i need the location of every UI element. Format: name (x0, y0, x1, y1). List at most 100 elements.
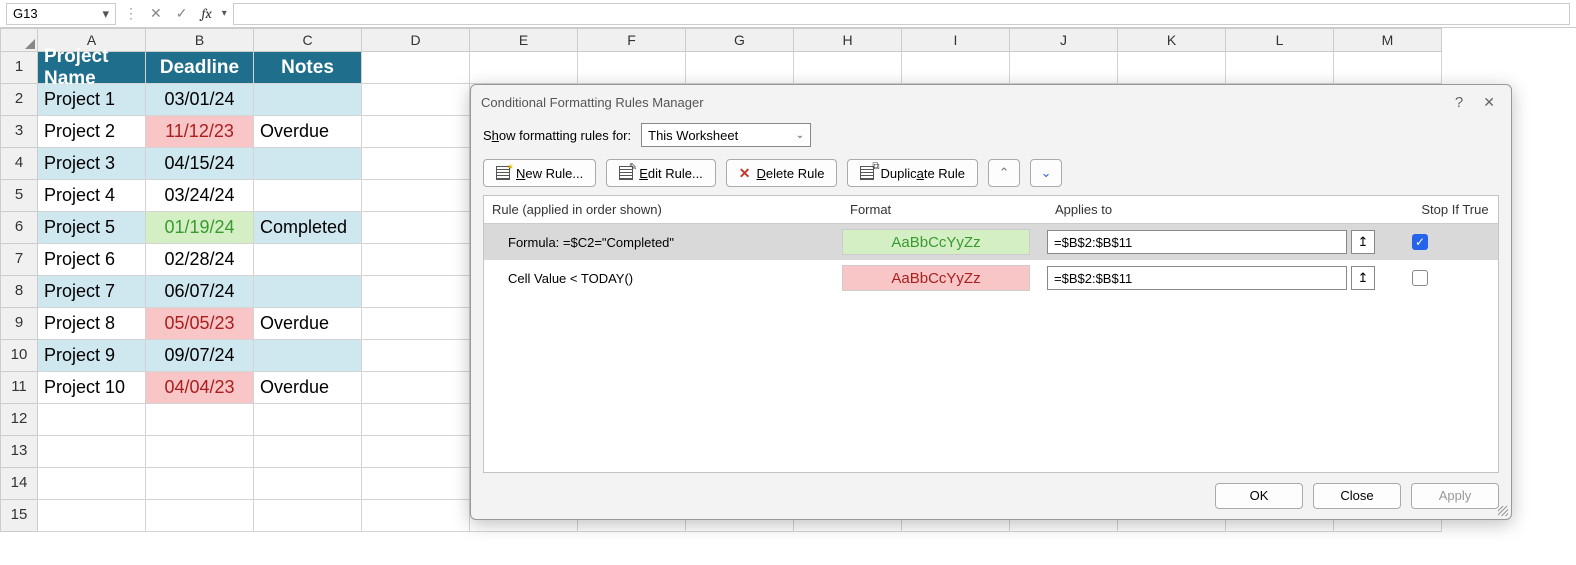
formula-input[interactable] (233, 3, 1570, 25)
cell[interactable] (362, 468, 470, 500)
data-cell[interactable]: Overdue (254, 116, 362, 148)
data-cell[interactable]: 01/19/24 (146, 212, 254, 244)
duplicate-rule-button[interactable]: Duplicate Rule (847, 159, 978, 187)
data-cell[interactable]: Project 2 (38, 116, 146, 148)
cell[interactable] (38, 404, 146, 436)
data-cell[interactable]: 03/24/24 (146, 180, 254, 212)
row-header-6[interactable]: 6 (0, 212, 38, 244)
col-header-B[interactable]: B (146, 28, 254, 52)
row-header-2[interactable]: 2 (0, 84, 38, 116)
apply-button[interactable]: Apply (1411, 483, 1499, 509)
dialog-titlebar[interactable]: Conditional Formatting Rules Manager ? ✕ (471, 85, 1511, 119)
cell[interactable] (902, 52, 1010, 84)
col-header-K[interactable]: K (1118, 28, 1226, 52)
col-header-I[interactable]: I (902, 28, 1010, 52)
data-cell[interactable] (254, 148, 362, 180)
cell[interactable] (254, 468, 362, 500)
cell[interactable] (38, 436, 146, 468)
data-cell[interactable]: Project 7 (38, 276, 146, 308)
help-icon[interactable]: ? (1441, 94, 1477, 111)
table-header[interactable]: Notes (254, 52, 362, 84)
resize-grip-icon[interactable] (1498, 506, 1508, 516)
move-up-button[interactable]: ⌃ (988, 159, 1020, 187)
stop-checkbox[interactable] (1412, 270, 1428, 286)
ok-button[interactable]: OK (1215, 483, 1303, 509)
cell[interactable] (362, 308, 470, 340)
data-cell[interactable]: Project 3 (38, 148, 146, 180)
col-header-M[interactable]: M (1334, 28, 1442, 52)
data-cell[interactable]: 04/04/23 (146, 372, 254, 404)
data-cell[interactable]: Project 8 (38, 308, 146, 340)
col-header-E[interactable]: E (470, 28, 578, 52)
data-cell[interactable]: Project 6 (38, 244, 146, 276)
applies-to-input[interactable] (1047, 266, 1347, 290)
range-selector-button[interactable]: ↥ (1351, 230, 1375, 254)
data-cell[interactable]: Overdue (254, 372, 362, 404)
data-cell[interactable]: Overdue (254, 308, 362, 340)
stop-checkbox[interactable]: ✓ (1412, 234, 1428, 250)
row-header-13[interactable]: 13 (0, 436, 38, 468)
cell[interactable] (146, 404, 254, 436)
data-cell[interactable]: 02/28/24 (146, 244, 254, 276)
cell[interactable] (362, 244, 470, 276)
cell[interactable] (146, 436, 254, 468)
cell[interactable] (362, 276, 470, 308)
cell[interactable] (254, 404, 362, 436)
cell[interactable] (362, 84, 470, 116)
row-header-8[interactable]: 8 (0, 276, 38, 308)
delete-rule-button[interactable]: ✕Delete Rule (726, 159, 838, 187)
row-header-15[interactable]: 15 (0, 500, 38, 532)
cell[interactable] (362, 372, 470, 404)
cell[interactable] (362, 148, 470, 180)
data-cell[interactable] (254, 244, 362, 276)
col-header-C[interactable]: C (254, 28, 362, 52)
cell[interactable] (1118, 52, 1226, 84)
cell[interactable] (1226, 52, 1334, 84)
col-header-F[interactable]: F (578, 28, 686, 52)
close-icon[interactable]: ✕ (1477, 94, 1501, 111)
accept-icon[interactable]: ✓ (172, 5, 192, 22)
edit-rule-button[interactable]: Edit Rule... (606, 159, 716, 187)
data-cell[interactable]: 05/05/23 (146, 308, 254, 340)
cell[interactable] (362, 212, 470, 244)
data-cell[interactable] (254, 84, 362, 116)
cell[interactable] (1334, 52, 1442, 84)
cell[interactable] (362, 116, 470, 148)
data-cell[interactable]: 06/07/24 (146, 276, 254, 308)
move-down-button[interactable]: ⌄ (1030, 159, 1062, 187)
cell[interactable] (794, 52, 902, 84)
col-header-G[interactable]: G (686, 28, 794, 52)
cancel-icon[interactable]: ✕ (146, 5, 166, 22)
rule-row[interactable]: Formula: =$C2="Completed" AaBbCcYyZz ↥ ✓ (484, 224, 1498, 260)
cell[interactable] (38, 468, 146, 500)
cell[interactable] (146, 468, 254, 500)
data-cell[interactable]: Project 4 (38, 180, 146, 212)
cell[interactable] (362, 500, 470, 532)
cell[interactable] (146, 500, 254, 532)
cell[interactable] (578, 52, 686, 84)
row-header-3[interactable]: 3 (0, 116, 38, 148)
show-rules-combo[interactable]: This Worksheet ⌄ (641, 123, 811, 147)
fx-icon[interactable]: fx (197, 5, 215, 22)
row-header-14[interactable]: 14 (0, 468, 38, 500)
cell[interactable] (254, 436, 362, 468)
row-header-9[interactable]: 9 (0, 308, 38, 340)
data-cell[interactable]: 09/07/24 (146, 340, 254, 372)
data-cell[interactable] (254, 276, 362, 308)
col-header-J[interactable]: J (1010, 28, 1118, 52)
cell[interactable] (362, 180, 470, 212)
data-cell[interactable]: Completed (254, 212, 362, 244)
data-cell[interactable] (254, 180, 362, 212)
data-cell[interactable]: Project 1 (38, 84, 146, 116)
data-cell[interactable]: Project 9 (38, 340, 146, 372)
rule-row[interactable]: Cell Value < TODAY() AaBbCcYyZz ↥ (484, 260, 1498, 296)
cell[interactable] (686, 52, 794, 84)
cell[interactable] (254, 500, 362, 532)
data-cell[interactable]: 11/12/23 (146, 116, 254, 148)
cell[interactable] (1010, 52, 1118, 84)
row-header-11[interactable]: 11 (0, 372, 38, 404)
row-header-5[interactable]: 5 (0, 180, 38, 212)
data-cell[interactable]: Project 5 (38, 212, 146, 244)
col-header-D[interactable]: D (362, 28, 470, 52)
name-box[interactable]: G13 ▾ (6, 3, 116, 25)
